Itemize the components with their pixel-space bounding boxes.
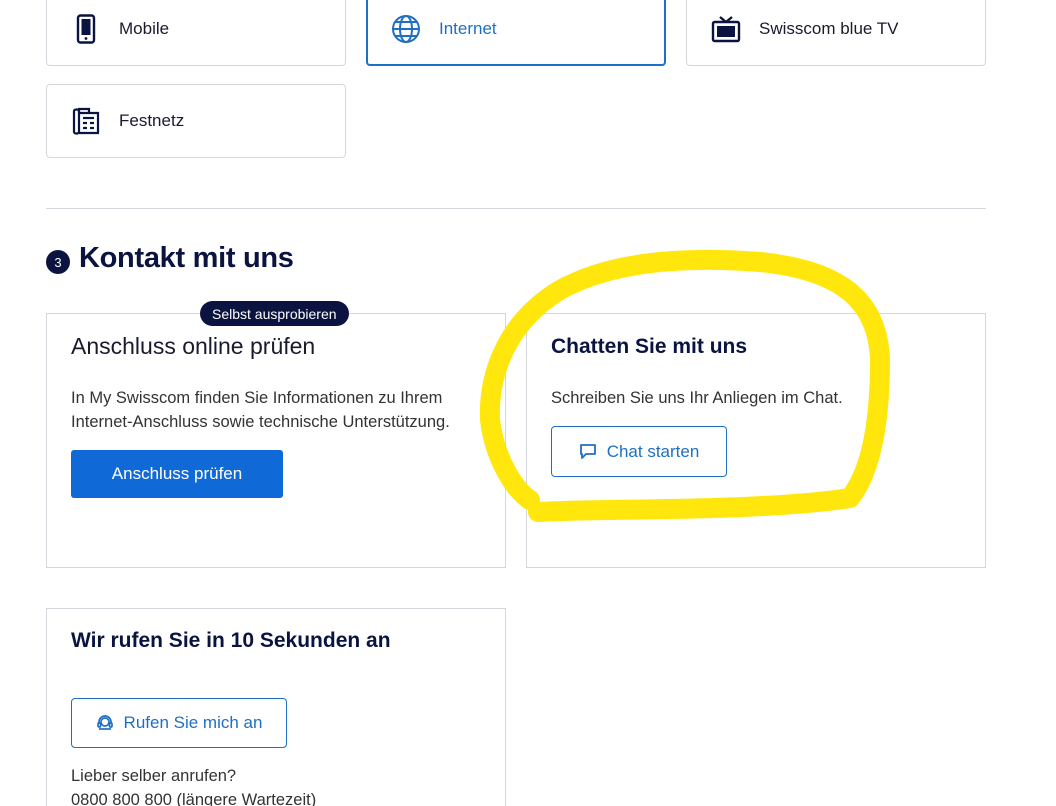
tv-icon xyxy=(711,14,741,44)
headset-icon xyxy=(96,714,114,732)
start-chat-button[interactable]: Chat starten xyxy=(551,426,727,477)
self-service-badge: Selbst ausprobieren xyxy=(200,301,349,326)
chat-card: Chatten Sie mit uns Schreiben Sie uns Ih… xyxy=(526,313,986,568)
hotline-phone-number[interactable]: 0800 800 800 (längere Wartezeit) xyxy=(71,788,316,806)
product-tile-label: Mobile xyxy=(119,19,170,38)
callback-card: Wir rufen Sie in 10 Sekunden an Rufen Si… xyxy=(46,608,506,806)
product-tile-label: Internet xyxy=(439,19,497,38)
chat-text: Schreiben Sie uns Ihr Anliegen im Chat. xyxy=(551,389,843,407)
section-divider xyxy=(46,208,986,209)
product-tile-tv[interactable]: Swisscom blue TV xyxy=(686,0,986,66)
chat-title: Chatten Sie mit uns xyxy=(551,335,748,358)
product-tile-internet[interactable]: Internet xyxy=(366,0,666,66)
chat-bubble-icon xyxy=(579,443,597,460)
start-chat-label: Chat starten xyxy=(606,441,700,461)
product-tile-label: Swisscom blue TV xyxy=(759,19,899,38)
globe-icon xyxy=(391,14,421,44)
step-number-badge: 3 xyxy=(46,250,70,274)
call-me-button[interactable]: Rufen Sie mich an xyxy=(71,698,287,748)
self-call-label: Lieber selber anrufen? xyxy=(71,767,237,785)
product-tile-festnetz[interactable]: Festnetz xyxy=(46,84,346,158)
online-check-card: Anschluss online prüfen In My Swisscom f… xyxy=(46,313,506,568)
callback-title: Wir rufen Sie in 10 Sekunden an xyxy=(71,629,391,652)
product-tile-mobile[interactable]: Mobile xyxy=(46,0,346,66)
page: Mobile Internet Swisscom blue TV Festnet… xyxy=(0,0,1056,806)
call-me-label: Rufen Sie mich an xyxy=(123,713,263,732)
check-connection-button[interactable]: Anschluss prüfen xyxy=(71,450,283,498)
landline-phone-icon xyxy=(71,106,101,136)
mobile-phone-icon xyxy=(71,14,101,44)
online-check-title: Anschluss online prüfen xyxy=(71,333,316,359)
online-check-text-line1: In My Swisscom finden Sie Informationen … xyxy=(71,389,443,407)
online-check-text-line2: Internet-Anschluss sowie technische Unte… xyxy=(71,413,450,431)
section-title: Kontakt mit uns xyxy=(79,242,294,274)
product-tile-label: Festnetz xyxy=(119,111,185,130)
